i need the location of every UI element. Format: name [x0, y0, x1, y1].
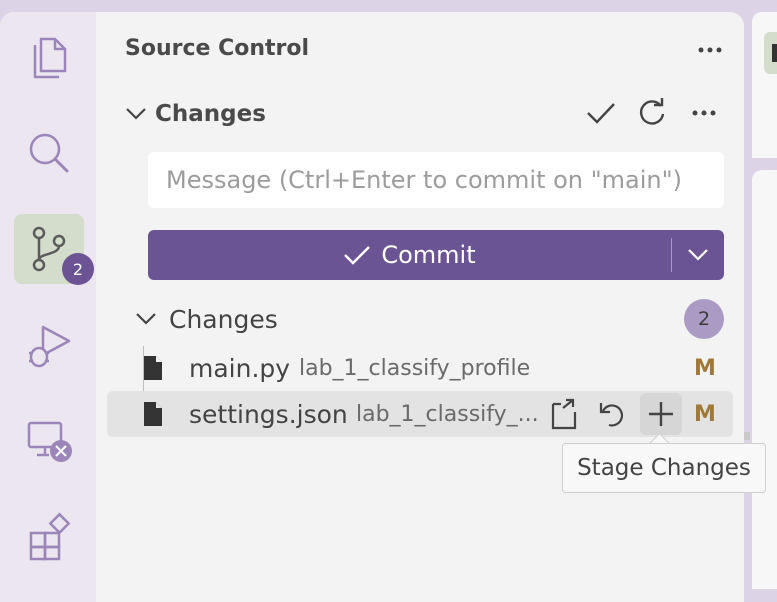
files-icon — [33, 37, 67, 79]
explorer-button[interactable] — [14, 22, 84, 92]
source-control-sidebar: Source Control Changes Message (Ctrl+Ent… — [97, 12, 744, 602]
file-name: settings.json — [189, 399, 348, 429]
commit-message-input[interactable] — [164, 165, 708, 195]
open-file-icon — [551, 398, 577, 430]
group-label: Changes — [169, 304, 278, 334]
source-control-badge: 2 — [62, 253, 94, 285]
commit-message-box — [148, 152, 724, 208]
file-path: lab_1_classify_profile — [299, 355, 531, 381]
file-name: main.py — [189, 353, 291, 383]
vscode-window: 2 Source Control Changes Message (Ctrl+E… — [0, 12, 744, 602]
remote-explorer-button[interactable] — [14, 406, 84, 476]
commit-button-group: Commit — [148, 230, 724, 280]
extensions-button[interactable] — [14, 502, 84, 572]
ellipsis-icon — [692, 110, 716, 116]
views-more-button[interactable] — [694, 34, 726, 66]
section-label: Changes — [155, 101, 266, 127]
refresh-icon — [639, 98, 665, 125]
sidebar-title: Source Control — [125, 36, 310, 61]
changes-group-header[interactable]: Changes — [135, 302, 278, 336]
commit-dropdown-button[interactable] — [672, 230, 724, 280]
remote-explorer-icon — [27, 421, 72, 462]
run-debug-icon — [29, 325, 71, 368]
plus-icon — [649, 402, 673, 426]
sash-indicator[interactable] — [744, 432, 750, 440]
extensions-icon — [29, 512, 71, 561]
commit-check-button[interactable] — [584, 96, 618, 130]
editor-area-edge — [752, 12, 777, 589]
run-debug-button[interactable] — [14, 310, 84, 380]
open-file-button[interactable] — [543, 393, 585, 435]
stage-changes-tooltip: Stage Changes — [562, 443, 766, 493]
ellipsis-icon — [698, 47, 722, 53]
check-icon — [344, 246, 371, 265]
list-item[interactable]: settings.json lab_1_classify_... M — [107, 391, 733, 437]
more-actions-button[interactable] — [687, 96, 721, 130]
changes-count-badge: 2 — [684, 299, 724, 339]
file-path: lab_1_classify_... — [356, 401, 539, 427]
refresh-button[interactable] — [635, 96, 669, 130]
search-button[interactable] — [14, 118, 84, 188]
search-icon — [29, 133, 69, 173]
file-icon — [144, 356, 162, 380]
check-icon — [587, 103, 615, 124]
source-control-button[interactable]: 2 — [14, 214, 94, 285]
discard-changes-button[interactable] — [591, 393, 633, 435]
editor-tab-strip — [752, 12, 777, 158]
undo-icon — [599, 403, 624, 427]
changes-section-header[interactable]: Changes — [125, 98, 266, 130]
editor-panel — [752, 170, 777, 589]
file-status: M — [694, 401, 716, 427]
activity-bar: 2 — [0, 12, 96, 602]
list-item[interactable]: main.py lab_1_classify_profile M — [107, 345, 733, 391]
commit-label: Commit — [381, 241, 476, 269]
commit-button[interactable]: Commit — [148, 230, 671, 280]
chevron-down-icon — [126, 108, 146, 120]
editor-tab[interactable] — [764, 32, 777, 74]
file-status: M — [694, 355, 716, 381]
stage-changes-button[interactable] — [640, 393, 682, 435]
chevron-down-icon — [136, 313, 156, 325]
chevron-down-icon — [688, 249, 708, 261]
file-icon — [144, 402, 162, 426]
